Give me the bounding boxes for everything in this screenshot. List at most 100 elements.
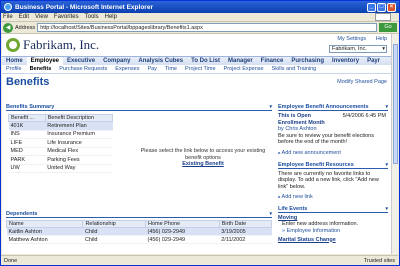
chevron-down-icon[interactable]: ▾	[269, 104, 272, 110]
column-header[interactable]: Home Phone	[144, 220, 220, 228]
table-row[interactable]: LIFE Life Insurance	[8, 138, 113, 148]
tab-home[interactable]: Home	[2, 57, 27, 65]
benefits-summary-title: Benefits Summary	[6, 104, 55, 110]
tab-company[interactable]: Company	[99, 57, 134, 65]
resources-webpart: Employee Benefit Resources ▾ There are c…	[278, 162, 388, 200]
resources-body: There are currently no favorite links to…	[278, 170, 379, 190]
menu-file[interactable]: File	[3, 14, 13, 20]
dependent-name: Kaitlin Ashton	[6, 227, 83, 236]
menu-edit[interactable]: Edit	[19, 14, 29, 20]
table-row[interactable]: INS Insurance Premium	[8, 130, 113, 139]
menu-tools[interactable]: Tools	[85, 14, 99, 20]
my-settings-link[interactable]: My Settings	[337, 36, 366, 42]
column-header[interactable]: Relationship	[82, 220, 146, 228]
status-text: Done	[4, 257, 18, 264]
tab-payroll[interactable]: Payr	[363, 57, 384, 65]
subtab-time[interactable]: Time	[161, 65, 181, 73]
subtab-project-time[interactable]: Project Time	[181, 65, 220, 73]
table-header: Name Relationship Home Phone Birth Date	[5, 220, 273, 228]
benefit-code: INS	[8, 130, 46, 139]
subtab-profile[interactable]: Profile	[2, 65, 26, 73]
tab-analysis-cubes[interactable]: Analysis Cubes	[134, 57, 187, 65]
scrollbar-thumb[interactable]	[393, 44, 398, 164]
close-button[interactable]: ×	[387, 2, 396, 12]
menu-favorites[interactable]: Favorites	[54, 14, 79, 20]
help-link[interactable]: Help	[376, 36, 387, 42]
table-row[interactable]: PARK Parking Fees	[8, 155, 113, 165]
dependent-name: Matthew Ashton	[6, 235, 83, 244]
back-icon[interactable]: ◀	[3, 22, 13, 33]
marital-status-link[interactable]: Marital Status Change	[278, 237, 388, 243]
life-events-title: Life Events	[278, 206, 308, 212]
chevron-down-icon[interactable]: ▾	[269, 211, 272, 217]
vertical-scrollbar[interactable]	[391, 34, 398, 254]
chevron-down-icon[interactable]: ▾	[385, 162, 388, 168]
benefit-description: Life Insurance	[45, 138, 113, 148]
tab-executive[interactable]: Executive	[63, 57, 99, 65]
column-header[interactable]: Name	[5, 220, 84, 228]
minimize-button[interactable]: _	[367, 2, 376, 12]
table-row[interactable]: Kaitlin Ashton Child (456) 029-2949 3/19…	[6, 227, 272, 236]
announcements-webpart: Employee Benefit Announcements ▾ This is…	[278, 104, 388, 156]
dependent-relationship: Child	[82, 235, 146, 244]
life-events-webpart: Life Events ▾ Moving Enter new address i…	[278, 206, 388, 243]
employee-information-link[interactable]: Employee Information	[278, 228, 388, 234]
table-row[interactable]: 401K Retirement Plan	[8, 121, 113, 131]
announcement-date: 5/4/2006 6:45 PM	[342, 113, 386, 119]
table-row[interactable]: MED Medical Flex	[8, 147, 113, 156]
add-link-link[interactable]: Add new link	[278, 192, 388, 200]
author-link[interactable]: by Chris Ashton	[278, 126, 317, 132]
announcement-title[interactable]: This is Open Enrollment Month	[278, 113, 340, 126]
benefit-code: PARK	[8, 155, 46, 165]
windows-flag-icon	[375, 13, 391, 21]
dependent-phone: (456) 029-2949	[145, 227, 220, 236]
benefits-summary-webpart: Benefits Summary ▾ Benefit ... Benefit D…	[6, 104, 272, 209]
column-header[interactable]: Birth Date	[218, 220, 273, 228]
logo-text: Fabrikam, Inc.	[23, 37, 100, 52]
existing-benefit-link[interactable]: Existing Benefit	[138, 161, 268, 168]
chevron-down-icon[interactable]: ▾	[385, 104, 388, 110]
add-announcement-link[interactable]: Add new announcement	[278, 148, 388, 156]
tab-employee[interactable]: Employee	[26, 57, 64, 65]
top-nav-tabs: Home Employee Executive Company Analysis…	[2, 56, 391, 65]
dependent-relationship: Child	[82, 227, 146, 236]
modify-shared-page-link[interactable]: Modify Shared Page	[337, 79, 387, 85]
menu-help[interactable]: Help	[105, 14, 117, 20]
site-select[interactable]: Fabrikam, Inc.	[329, 45, 387, 53]
column-header[interactable]: Benefit Description	[44, 114, 114, 122]
life-events-header: Life Events ▾	[278, 206, 388, 213]
address-label: Address	[15, 24, 36, 31]
maximize-button[interactable]: □	[377, 2, 386, 12]
subtab-purchase-requests[interactable]: Purchase Requests	[55, 65, 111, 73]
ie-icon	[4, 3, 12, 11]
table-row[interactable]: UW United Way	[8, 164, 113, 173]
tab-finance[interactable]: Finance	[257, 57, 288, 65]
trusted-sites-zone: Trusted sites	[363, 257, 395, 264]
subtab-pay[interactable]: Pay	[143, 65, 160, 73]
table-row[interactable]: Matthew Ashton Child (456) 029-2949 2/11…	[6, 235, 272, 244]
benefit-description: Insurance Premium	[45, 130, 113, 139]
right-zone: Employee Benefit Announcements ▾ This is…	[278, 104, 388, 243]
subtab-project-expense[interactable]: Project Expense	[220, 65, 268, 73]
column-header[interactable]: Benefit ...	[8, 114, 46, 122]
sub-nav: Profile Benefits Purchase Requests Expen…	[2, 65, 391, 74]
menu-view[interactable]: View	[35, 14, 48, 20]
left-zone: Benefits Summary ▾ Benefit ... Benefit D…	[5, 104, 273, 244]
announcement-item: This is Open Enrollment Month 5/4/2006 6…	[278, 111, 388, 148]
subtab-expenses[interactable]: Expenses	[111, 65, 143, 73]
tab-purchasing[interactable]: Purchasing	[287, 57, 328, 65]
subtab-skills-training[interactable]: Skills and Training	[268, 65, 321, 73]
subtab-benefits[interactable]: Benefits	[26, 65, 56, 73]
site-logo[interactable]: Fabrikam, Inc.	[6, 37, 99, 53]
address-input[interactable]: http://localhost/Sites/BusinessPortal/bp…	[37, 23, 377, 32]
menu-bar: File Edit View Favorites Tools Help	[1, 13, 399, 22]
hint-text: Please select the link below to access y…	[140, 148, 266, 161]
chevron-down-icon[interactable]: ▾	[385, 206, 388, 212]
benefit-hint: Please select the link below to access y…	[138, 148, 268, 168]
tab-to-do-list[interactable]: To Do List	[187, 57, 224, 65]
go-button[interactable]: Go	[379, 23, 397, 32]
benefit-description: Medical Flex	[45, 147, 113, 156]
tab-inventory[interactable]: Inventory	[328, 57, 363, 65]
tab-manager[interactable]: Manager	[224, 57, 257, 65]
benefit-description: Parking Fees	[45, 155, 113, 165]
